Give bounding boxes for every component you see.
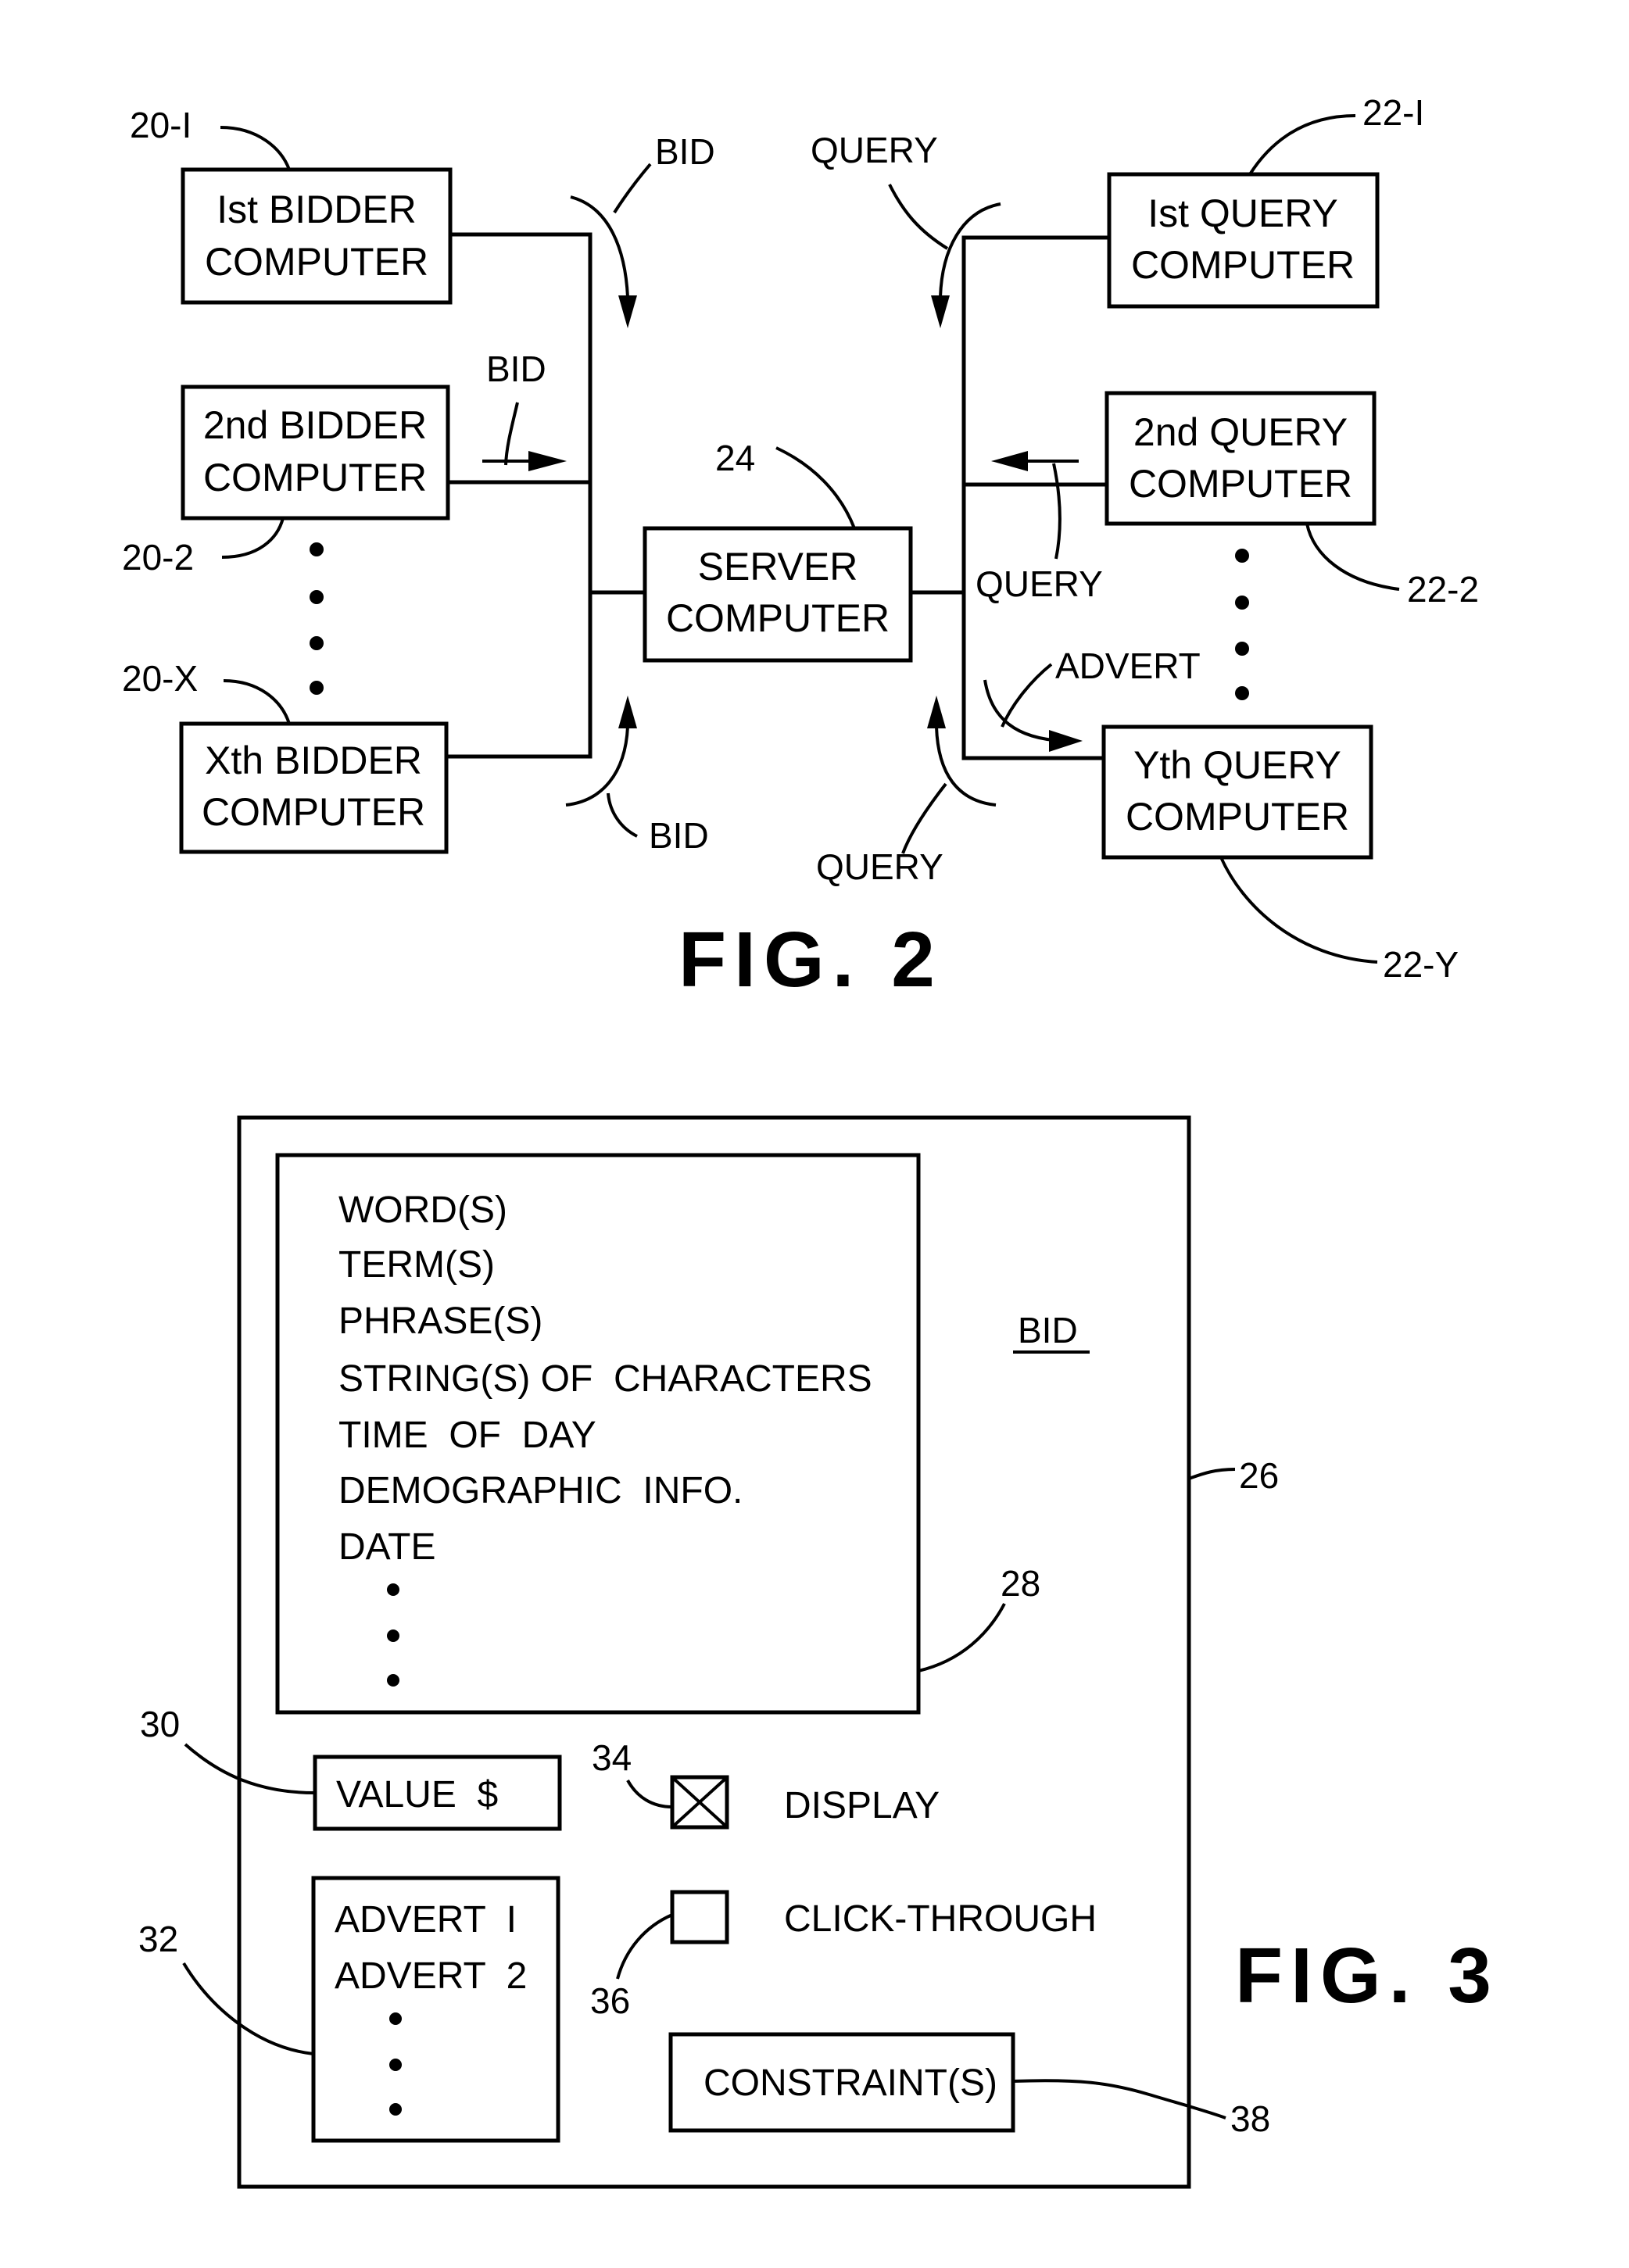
bidder-2-label-line2: COMPUTER xyxy=(203,456,427,499)
query-arrow-top: QUERY xyxy=(811,130,1001,328)
leader-20-1 xyxy=(220,126,291,170)
query-arrow-bottom: QUERY xyxy=(816,696,997,887)
fig2: Ist BIDDER COMPUTER 2nd BIDDER COMPUTER … xyxy=(122,92,1479,1003)
server-computer: SERVER COMPUTER xyxy=(643,526,913,663)
criteria-item: DEMOGRAPHIC INFO. xyxy=(338,1470,743,1511)
criteria-item: TIME OF DAY xyxy=(338,1415,596,1456)
ref-22-y: 22-Y xyxy=(1383,944,1459,985)
server-label-line1: SERVER xyxy=(698,545,858,588)
bid-arrow-middle: BID xyxy=(482,349,567,471)
bidder-computer-x: Xth BIDDER COMPUTER xyxy=(179,721,449,854)
constraints-label: CONSTRAINT(S) xyxy=(704,2062,997,2104)
ref-20-1: 20-I xyxy=(130,105,192,145)
ref-32: 32 xyxy=(138,1919,178,1959)
criteria-item: DATE xyxy=(338,1526,435,1568)
ref-24: 24 xyxy=(715,438,755,478)
leader-20-2 xyxy=(221,517,285,559)
ref-20-2: 20-2 xyxy=(122,537,194,578)
bid-label-middle: BID xyxy=(486,349,546,389)
bid-arrow-top: BID xyxy=(570,131,715,328)
display-label: DISPLAY xyxy=(784,1785,940,1826)
ref-22-2: 22-2 xyxy=(1407,569,1479,610)
criteria-item: STRING(S) OF CHARACTERS xyxy=(338,1358,872,1400)
bidder-ellipsis xyxy=(310,542,324,695)
leader-24 xyxy=(775,446,856,529)
fig3-title: FIG. 3 xyxy=(1235,1932,1499,2019)
query-computer-y: Yth QUERY COMPUTER xyxy=(1101,724,1373,860)
bidder-x-label-line2: COMPUTER xyxy=(202,790,425,834)
query-2-label-line2: COMPUTER xyxy=(1129,462,1352,506)
fig2-title: FIG. 2 xyxy=(678,916,943,1003)
query-arrow-middle: QUERY xyxy=(976,451,1103,604)
query-computer-2: 2nd QUERY COMPUTER xyxy=(1104,391,1377,526)
bidder-1-label-line2: COMPUTER xyxy=(205,240,428,284)
leader-22-2 xyxy=(1305,523,1400,591)
query-2-label-line1: 2nd QUERY xyxy=(1133,410,1348,454)
display-checkbox[interactable] xyxy=(670,1775,729,1830)
bidder-x-label-line1: Xth BIDDER xyxy=(205,739,422,782)
query-1-label-line2: COMPUTER xyxy=(1131,243,1355,287)
bid-label-top: BID xyxy=(655,131,715,172)
leader-22-1 xyxy=(1248,114,1356,176)
advert-item: ADVERT I xyxy=(335,1899,517,1941)
ref-30: 30 xyxy=(140,1704,180,1744)
ref-36: 36 xyxy=(590,1980,630,2021)
bid-title: BID xyxy=(1018,1310,1078,1350)
click-through-checkbox[interactable] xyxy=(670,1890,729,1944)
bid-arrow-bottom: BID xyxy=(565,696,709,856)
advert-label: ADVERT xyxy=(1055,646,1201,686)
query-label-bottom: QUERY xyxy=(816,846,943,887)
query-computer-1: Ist QUERY COMPUTER xyxy=(1107,172,1380,309)
bidder-1-label-line1: Ist BIDDER xyxy=(217,188,417,231)
ref-28: 28 xyxy=(1001,1563,1040,1604)
query-label-top: QUERY xyxy=(811,130,938,170)
bidder-bus-line xyxy=(446,232,645,759)
ref-26: 26 xyxy=(1239,1455,1279,1496)
bidder-computer-1: Ist BIDDER COMPUTER xyxy=(181,167,453,305)
query-label-middle: QUERY xyxy=(976,563,1103,604)
query-y-label-line2: COMPUTER xyxy=(1126,795,1349,839)
bid-label-bottom: BID xyxy=(649,815,709,856)
query-1-label-line1: Ist QUERY xyxy=(1147,191,1338,235)
ref-38: 38 xyxy=(1230,2098,1270,2139)
click-through-label: CLICK-THROUGH xyxy=(784,1898,1097,1940)
server-label-line2: COMPUTER xyxy=(666,596,890,640)
leader-26 xyxy=(1188,1468,1236,1480)
ref-34: 34 xyxy=(592,1737,632,1778)
fig3: WORD(S) TERM(S) PHRASE(S) STRING(S) OF C… xyxy=(138,1115,1499,2189)
patent-drawing-sheet: Ist BIDDER COMPUTER 2nd BIDDER COMPUTER … xyxy=(122,92,1499,2189)
query-ellipsis xyxy=(1235,549,1249,700)
leader-22-y xyxy=(1219,857,1378,964)
bidder-computer-2: 2nd BIDDER COMPUTER xyxy=(181,385,450,520)
leader-20-x xyxy=(223,679,291,724)
bidder-2-label-line1: 2nd BIDDER xyxy=(203,403,427,447)
criteria-item: TERM(S) xyxy=(338,1244,495,1286)
ref-20-x: 20-X xyxy=(122,658,198,699)
ref-22-1: 22-I xyxy=(1362,92,1424,133)
value-label: VALUE $ xyxy=(336,1774,498,1815)
criteria-item: WORD(S) xyxy=(338,1189,507,1231)
query-y-label-line1: Yth QUERY xyxy=(1133,743,1341,787)
criteria-item: PHRASE(S) xyxy=(338,1300,542,1342)
advert-item: ADVERT 2 xyxy=(335,1955,527,1997)
